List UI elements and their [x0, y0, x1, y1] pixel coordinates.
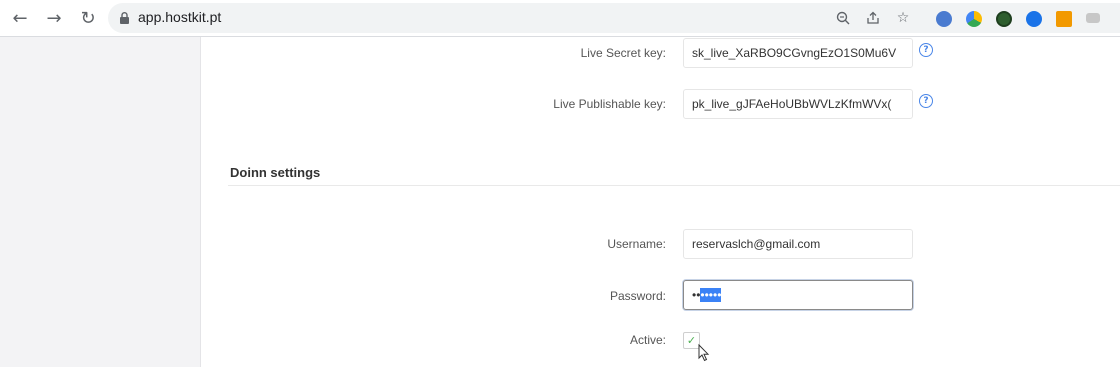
back-icon[interactable]: ← — [8, 6, 32, 30]
reload-icon[interactable]: ↻ — [76, 6, 100, 30]
username-field[interactable]: reservaslch@gmail.com — [683, 229, 913, 259]
section-title: Doinn settings — [230, 165, 321, 180]
cursor-icon — [698, 343, 710, 362]
username-label: Username: — [607, 237, 666, 251]
live-publishable-key-label: Live Publishable key: — [553, 97, 666, 111]
star-icon[interactable]: ☆ — [894, 9, 912, 27]
live-secret-key-field[interactable]: sk_live_XaRBO9CGvngEzO1S0Mu6V — [683, 38, 913, 68]
checkmark-icon: ✓ — [686, 334, 697, 347]
extension-4-icon[interactable] — [1026, 11, 1042, 27]
zoom-icon[interactable] — [834, 9, 852, 27]
password-field[interactable]: ••••••• — [683, 280, 913, 310]
forward-icon[interactable]: → — [42, 6, 66, 30]
help-icon[interactable]: ? — [919, 94, 933, 108]
extension-1-icon[interactable] — [936, 11, 952, 27]
live-secret-key-label: Live Secret key: — [580, 46, 666, 60]
sidebar — [0, 37, 201, 367]
active-label: Active: — [629, 333, 666, 347]
browser-toolbar: ← → ↻ app.hostkit.pt ☆ — [0, 0, 1120, 37]
share-icon[interactable] — [864, 9, 882, 27]
password-selected-text: ••••• — [700, 288, 722, 302]
lock-icon — [120, 12, 129, 24]
drive-icon[interactable] — [966, 11, 982, 27]
extension-3-icon[interactable] — [996, 11, 1012, 27]
extension-5-icon[interactable] — [1056, 11, 1072, 27]
divider — [228, 185, 1120, 186]
extension-6-icon[interactable] — [1086, 13, 1100, 23]
url-text: app.hostkit.pt — [138, 9, 222, 25]
address-bar[interactable]: app.hostkit.pt ☆ — [108, 3, 1120, 33]
main-content — [201, 37, 1120, 367]
live-publishable-key-field[interactable]: pk_live_gJFAeHoUBbWVLzKfmWVx( — [683, 89, 913, 119]
password-label: Password: — [609, 289, 666, 303]
help-icon[interactable]: ? — [919, 43, 933, 57]
